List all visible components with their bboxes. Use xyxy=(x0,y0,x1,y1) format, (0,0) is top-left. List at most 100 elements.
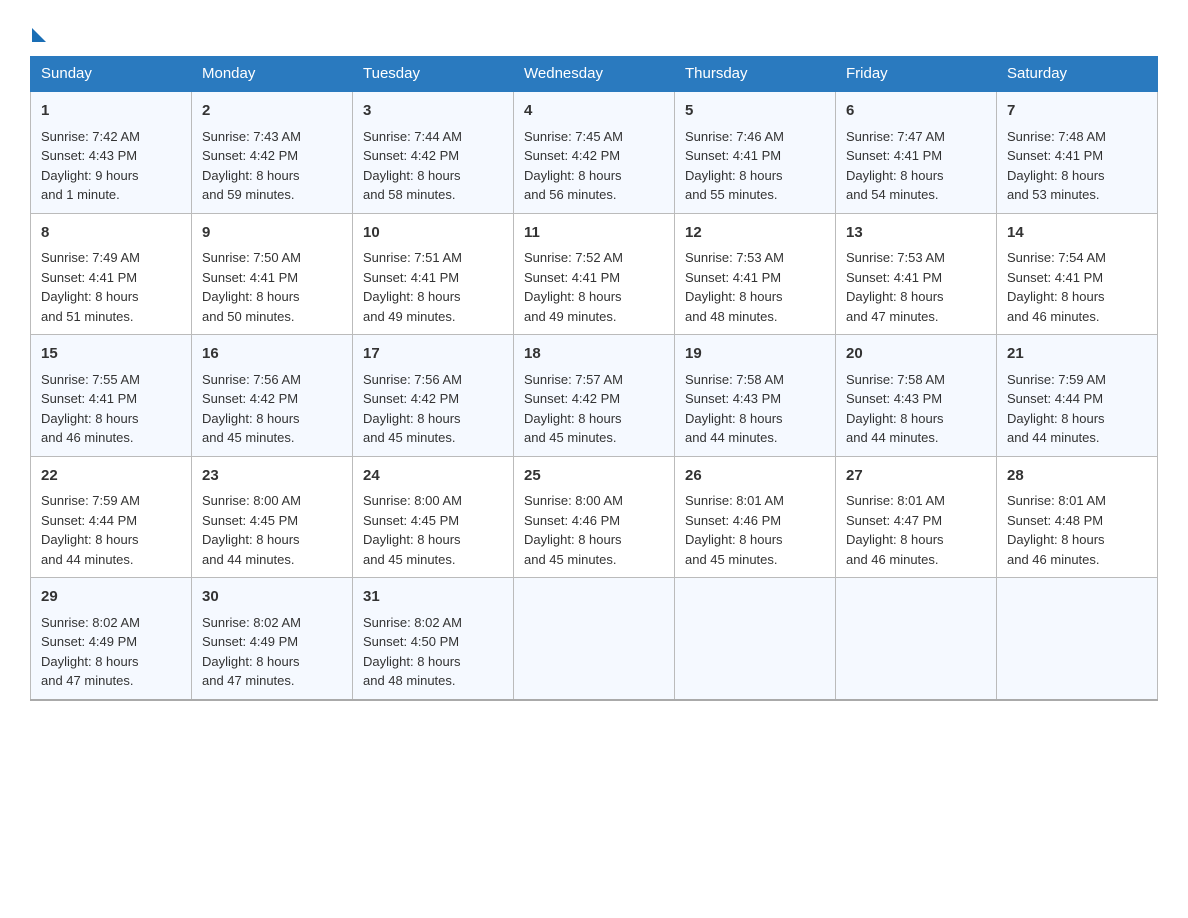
day-info: Sunrise: 7:58 AMSunset: 4:43 PMDaylight:… xyxy=(685,372,784,446)
day-cell: 3 Sunrise: 7:44 AMSunset: 4:42 PMDaylight… xyxy=(353,91,514,213)
day-info: Sunrise: 7:55 AMSunset: 4:41 PMDaylight:… xyxy=(41,372,140,446)
day-cell: 14Sunrise: 7:54 AMSunset: 4:41 PMDayligh… xyxy=(997,213,1158,335)
day-cell: 12 Sunrise: 7:53 AMSunset: 4:41 PMDayligh… xyxy=(675,213,836,335)
day-number: 26 xyxy=(685,465,825,488)
week-row-2: 8 Sunrise: 7:49 AMSunset: 4:41 PMDaylight… xyxy=(31,213,1158,335)
day-number: 21 xyxy=(1007,343,1147,366)
day-number: 20 xyxy=(846,343,986,366)
day-cell: 28Sunrise: 8:01 AMSunset: 4:48 PMDayligh… xyxy=(997,456,1158,578)
day-cell: 24Sunrise: 8:00 AMSunset: 4:45 PMDayligh… xyxy=(353,456,514,578)
day-cell: 26 Sunrise: 8:01 AMSunset: 4:46 PMDayligh… xyxy=(675,456,836,578)
day-info: Sunrise: 8:00 AMSunset: 4:46 PMDaylight:… xyxy=(524,493,623,567)
day-number: 4 xyxy=(524,100,664,123)
day-number: 25 xyxy=(524,465,664,488)
day-info: Sunrise: 7:43 AMSunset: 4:42 PMDaylight:… xyxy=(202,129,301,203)
column-header-sunday: Sunday xyxy=(31,57,192,92)
day-number: 9 xyxy=(202,222,342,245)
day-info: Sunrise: 7:58 AMSunset: 4:43 PMDaylight:… xyxy=(846,372,945,446)
day-number: 16 xyxy=(202,343,342,366)
day-cell xyxy=(675,578,836,700)
day-cell: 17 Sunrise: 7:56 AMSunset: 4:42 PMDayligh… xyxy=(353,335,514,457)
day-number: 14 xyxy=(1007,222,1147,245)
day-info: Sunrise: 7:42 AMSunset: 4:43 PMDaylight:… xyxy=(41,129,140,203)
day-number: 22 xyxy=(41,465,181,488)
day-number: 13 xyxy=(846,222,986,245)
column-header-thursday: Thursday xyxy=(675,57,836,92)
day-info: Sunrise: 8:02 AMSunset: 4:49 PMDaylight:… xyxy=(202,615,301,689)
day-cell: 31 Sunrise: 8:02 AMSunset: 4:50 PMDayligh… xyxy=(353,578,514,700)
day-cell: 11 Sunrise: 7:52 AMSunset: 4:41 PMDayligh… xyxy=(514,213,675,335)
day-number: 18 xyxy=(524,343,664,366)
column-header-wednesday: Wednesday xyxy=(514,57,675,92)
logo xyxy=(30,20,46,38)
day-cell: 6Sunrise: 7:47 AMSunset: 4:41 PMDaylight… xyxy=(836,91,997,213)
day-cell: 13Sunrise: 7:53 AMSunset: 4:41 PMDayligh… xyxy=(836,213,997,335)
week-row-5: 29 Sunrise: 8:02 AMSunset: 4:49 PMDayligh… xyxy=(31,578,1158,700)
day-number: 29 xyxy=(41,586,181,609)
calendar-table: SundayMondayTuesdayWednesdayThursdayFrid… xyxy=(30,56,1158,701)
page-header xyxy=(30,20,1158,38)
day-cell: 22 Sunrise: 7:59 AMSunset: 4:44 PMDayligh… xyxy=(31,456,192,578)
day-cell: 25 Sunrise: 8:00 AMSunset: 4:46 PMDayligh… xyxy=(514,456,675,578)
day-number: 5 xyxy=(685,100,825,123)
day-cell: 29 Sunrise: 8:02 AMSunset: 4:49 PMDayligh… xyxy=(31,578,192,700)
day-number: 17 xyxy=(363,343,503,366)
day-info: Sunrise: 7:44 AMSunset: 4:42 PMDaylight:… xyxy=(363,129,462,203)
day-cell: 18 Sunrise: 7:57 AMSunset: 4:42 PMDayligh… xyxy=(514,335,675,457)
day-number: 2 xyxy=(202,100,342,123)
logo-arrow-icon xyxy=(32,28,46,42)
day-number: 11 xyxy=(524,222,664,245)
day-info: Sunrise: 7:52 AMSunset: 4:41 PMDaylight:… xyxy=(524,250,623,324)
day-info: Sunrise: 7:59 AMSunset: 4:44 PMDaylight:… xyxy=(41,493,140,567)
day-number: 19 xyxy=(685,343,825,366)
day-cell: 15Sunrise: 7:55 AMSunset: 4:41 PMDayligh… xyxy=(31,335,192,457)
day-cell: 1Sunrise: 7:42 AMSunset: 4:43 PMDaylight… xyxy=(31,91,192,213)
day-number: 27 xyxy=(846,465,986,488)
header-row: SundayMondayTuesdayWednesdayThursdayFrid… xyxy=(31,57,1158,92)
day-number: 23 xyxy=(202,465,342,488)
day-info: Sunrise: 7:53 AMSunset: 4:41 PMDaylight:… xyxy=(685,250,784,324)
day-info: Sunrise: 8:00 AMSunset: 4:45 PMDaylight:… xyxy=(363,493,462,567)
day-info: Sunrise: 7:59 AMSunset: 4:44 PMDaylight:… xyxy=(1007,372,1106,446)
column-header-tuesday: Tuesday xyxy=(353,57,514,92)
day-info: Sunrise: 7:56 AMSunset: 4:42 PMDaylight:… xyxy=(202,372,301,446)
day-number: 7 xyxy=(1007,100,1147,123)
column-header-monday: Monday xyxy=(192,57,353,92)
day-cell: 30 Sunrise: 8:02 AMSunset: 4:49 PMDayligh… xyxy=(192,578,353,700)
day-info: Sunrise: 7:46 AMSunset: 4:41 PMDaylight:… xyxy=(685,129,784,203)
day-cell xyxy=(514,578,675,700)
day-info: Sunrise: 7:50 AMSunset: 4:41 PMDaylight:… xyxy=(202,250,301,324)
day-info: Sunrise: 7:49 AMSunset: 4:41 PMDaylight:… xyxy=(41,250,140,324)
week-row-4: 22 Sunrise: 7:59 AMSunset: 4:44 PMDayligh… xyxy=(31,456,1158,578)
day-cell: 23 Sunrise: 8:00 AMSunset: 4:45 PMDayligh… xyxy=(192,456,353,578)
day-info: Sunrise: 8:01 AMSunset: 4:47 PMDaylight:… xyxy=(846,493,945,567)
day-info: Sunrise: 7:57 AMSunset: 4:42 PMDaylight:… xyxy=(524,372,623,446)
day-number: 28 xyxy=(1007,465,1147,488)
day-cell: 5 Sunrise: 7:46 AMSunset: 4:41 PMDaylight… xyxy=(675,91,836,213)
day-info: Sunrise: 8:01 AMSunset: 4:46 PMDaylight:… xyxy=(685,493,784,567)
day-cell xyxy=(997,578,1158,700)
day-info: Sunrise: 8:00 AMSunset: 4:45 PMDaylight:… xyxy=(202,493,301,567)
day-cell: 27 Sunrise: 8:01 AMSunset: 4:47 PMDayligh… xyxy=(836,456,997,578)
day-number: 6 xyxy=(846,100,986,123)
day-info: Sunrise: 7:51 AMSunset: 4:41 PMDaylight:… xyxy=(363,250,462,324)
day-info: Sunrise: 8:02 AMSunset: 4:50 PMDaylight:… xyxy=(363,615,462,689)
day-number: 12 xyxy=(685,222,825,245)
day-cell: 2 Sunrise: 7:43 AMSunset: 4:42 PMDaylight… xyxy=(192,91,353,213)
day-info: Sunrise: 7:56 AMSunset: 4:42 PMDaylight:… xyxy=(363,372,462,446)
week-row-1: 1Sunrise: 7:42 AMSunset: 4:43 PMDaylight… xyxy=(31,91,1158,213)
day-cell: 21 Sunrise: 7:59 AMSunset: 4:44 PMDayligh… xyxy=(997,335,1158,457)
day-cell: 8 Sunrise: 7:49 AMSunset: 4:41 PMDaylight… xyxy=(31,213,192,335)
day-cell: 20 Sunrise: 7:58 AMSunset: 4:43 PMDayligh… xyxy=(836,335,997,457)
day-cell: 19 Sunrise: 7:58 AMSunset: 4:43 PMDayligh… xyxy=(675,335,836,457)
day-info: Sunrise: 8:02 AMSunset: 4:49 PMDaylight:… xyxy=(41,615,140,689)
day-cell: 7Sunrise: 7:48 AMSunset: 4:41 PMDaylight… xyxy=(997,91,1158,213)
day-number: 8 xyxy=(41,222,181,245)
day-number: 31 xyxy=(363,586,503,609)
day-number: 30 xyxy=(202,586,342,609)
day-number: 3 xyxy=(363,100,503,123)
day-cell: 10 Sunrise: 7:51 AMSunset: 4:41 PMDayligh… xyxy=(353,213,514,335)
day-number: 10 xyxy=(363,222,503,245)
day-cell: 9 Sunrise: 7:50 AMSunset: 4:41 PMDaylight… xyxy=(192,213,353,335)
column-header-friday: Friday xyxy=(836,57,997,92)
